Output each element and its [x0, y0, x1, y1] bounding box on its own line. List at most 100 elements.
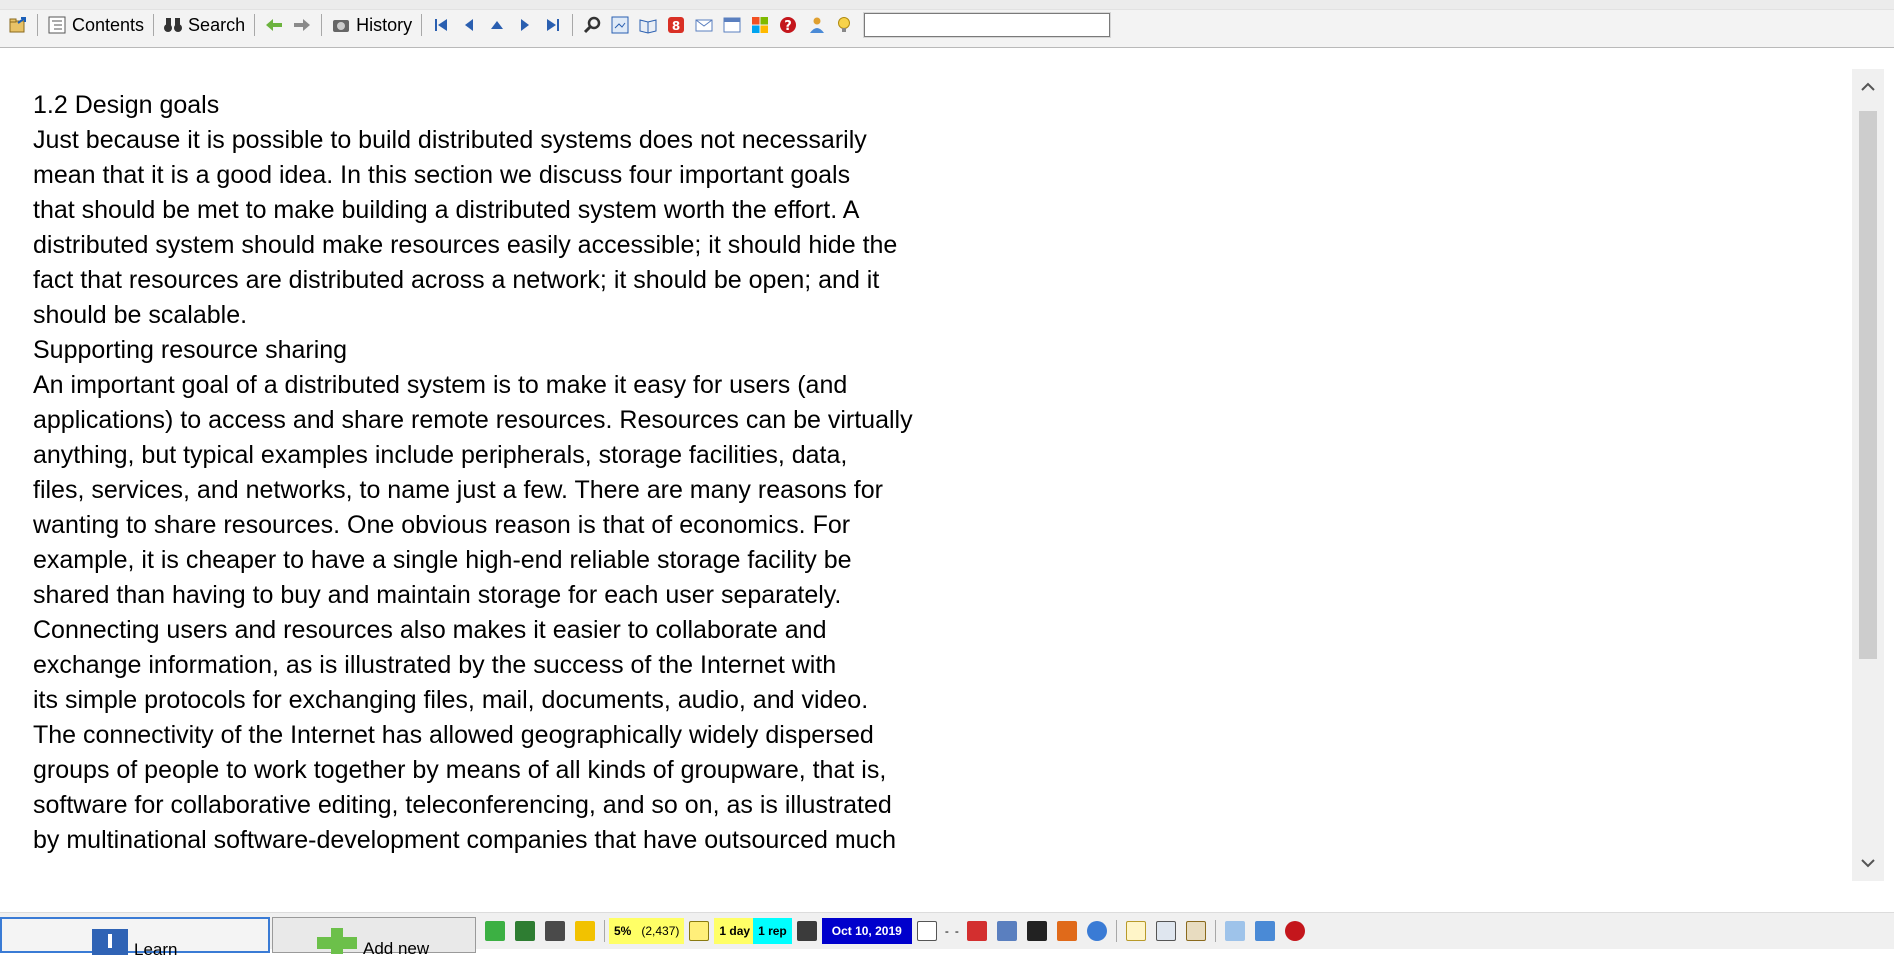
toolbar-separator [254, 14, 256, 36]
reps-badge: 1 rep [753, 918, 792, 944]
text-line: software for collaborative editing, tele… [33, 791, 892, 819]
search-label: Search [188, 14, 246, 35]
html-icon[interactable] [1056, 921, 1077, 941]
image-button[interactable] [606, 12, 634, 38]
paste-icon[interactable] [1185, 921, 1206, 941]
last-icon [547, 19, 560, 31]
text-line: The connectivity of the Internet has all… [33, 721, 874, 749]
learn-label: Learn [134, 940, 178, 959]
svg-text:8: 8 [672, 19, 680, 33]
contents-button[interactable]: Contents [43, 12, 148, 38]
calendar-icon[interactable] [916, 921, 937, 941]
forward-button[interactable] [288, 12, 316, 38]
mail-icon [695, 19, 713, 32]
image-icon [611, 16, 629, 34]
last-button[interactable] [539, 12, 567, 38]
plus-icon [317, 928, 357, 954]
bottom-toolbar: Learn Add new 5% (2,437) 1 day 1 rep Oct… [0, 912, 1894, 959]
previous-button[interactable] [455, 12, 483, 38]
open-folder-icon [9, 17, 26, 33]
layout-icon[interactable] [1224, 921, 1245, 941]
window-button[interactable] [718, 12, 746, 38]
bottom-separator [604, 920, 605, 942]
target-icon[interactable] [1086, 921, 1107, 941]
bulb-icon[interactable] [689, 921, 710, 941]
open-button[interactable] [4, 12, 32, 38]
document-text: 1.2 Design goals Just because it is poss… [33, 88, 993, 858]
toolbar-items: Contents Search History 8 ? [4, 12, 1112, 38]
chevron-down-icon [1861, 859, 1875, 868]
toolbar-separator [153, 14, 155, 36]
toolbar-separator [321, 14, 323, 36]
help-icon: ? [780, 17, 797, 34]
text-line: that should be met to make building a di… [33, 196, 860, 224]
back-button[interactable] [260, 12, 288, 38]
toolbar-separator [37, 14, 38, 36]
search-button[interactable]: Search [159, 12, 249, 38]
progress-percent: 5% [609, 918, 637, 944]
history-button[interactable]: History [327, 12, 416, 38]
text-line: groups of people to work together by mea… [33, 756, 887, 784]
text-line: by multinational software-development co… [33, 826, 896, 854]
mail-button[interactable] [690, 12, 718, 38]
book-icon [639, 19, 657, 34]
find-button[interactable] [578, 12, 606, 38]
item-icon[interactable] [515, 921, 535, 941]
text-line: mean that it is a good idea. In this sec… [33, 161, 851, 189]
note-icon[interactable] [1125, 921, 1146, 941]
topic-icon[interactable] [485, 921, 505, 941]
windows-logo-button[interactable] [746, 12, 774, 38]
delete-icon[interactable] [966, 921, 987, 941]
section-heading: 1.2 Design goals [33, 91, 220, 119]
google-icon: 8 [668, 17, 685, 33]
up-button[interactable] [483, 12, 511, 38]
scroll-down-button[interactable] [1852, 845, 1884, 881]
chevron-up-icon [1861, 82, 1875, 91]
contents-label: Contents [72, 14, 145, 35]
person-button[interactable] [802, 12, 830, 38]
subsection-heading: Supporting resource sharing [33, 336, 348, 364]
calculator-icon[interactable] [796, 921, 817, 941]
help-icon[interactable] [1284, 921, 1305, 941]
first-button[interactable] [427, 12, 455, 38]
scroll-up-button[interactable] [1852, 69, 1884, 105]
text-line: Just because it is possible to build dis… [33, 126, 867, 154]
dash-label: - [954, 924, 959, 938]
text-line: An important goal of a distributed syste… [33, 371, 848, 399]
date-badge: Oct 10, 2019 [821, 918, 912, 944]
tip-button[interactable] [830, 12, 858, 38]
binoculars-icon [164, 18, 183, 32]
camera-icon [333, 20, 350, 32]
text-line: wanting to share resources. One obvious … [33, 511, 851, 539]
edit-note-icon[interactable] [1254, 921, 1275, 941]
book-button[interactable] [634, 12, 662, 38]
text-line: Connecting users and resources also make… [33, 616, 827, 644]
copy-icon[interactable] [1155, 921, 1176, 941]
google-button[interactable]: 8 [662, 12, 690, 38]
text-style-icon[interactable] [1026, 921, 1047, 941]
bottom-icon-strip: 5% (2,437) 1 day 1 rep Oct 10, 2019 - - [480, 916, 1310, 946]
window-icon[interactable] [996, 921, 1017, 941]
up-icon [491, 21, 504, 29]
priority-icon[interactable] [575, 921, 595, 941]
next-icon [521, 19, 530, 31]
text-line: files, services, and networks, to name j… [33, 476, 883, 504]
bottom-separator [1115, 920, 1117, 942]
learn-icon [92, 929, 128, 955]
text-line: anything, but typical examples include p… [33, 441, 848, 469]
person-icon [810, 17, 825, 33]
main-toolbar: Contents Search History 8 ? [0, 0, 1894, 48]
interval-badge: 1 day [714, 918, 756, 944]
element-count: (2,437) [636, 918, 685, 944]
text-line: fact that resources are distributed acro… [33, 266, 880, 294]
first-icon [435, 19, 448, 31]
document-view[interactable]: 1.2 Design goals Just because it is poss… [0, 49, 1852, 889]
help-button[interactable]: ? [774, 12, 802, 38]
text-line: shared than having to buy and maintain s… [33, 581, 842, 609]
text-line: exchange information, as is illustrated … [33, 651, 837, 679]
scrollbar-thumb[interactable] [1859, 111, 1877, 659]
vertical-scrollbar[interactable] [1852, 69, 1884, 881]
next-button[interactable] [511, 12, 539, 38]
edit-icon[interactable] [545, 921, 565, 941]
toolbar-search-input[interactable] [863, 12, 1112, 38]
